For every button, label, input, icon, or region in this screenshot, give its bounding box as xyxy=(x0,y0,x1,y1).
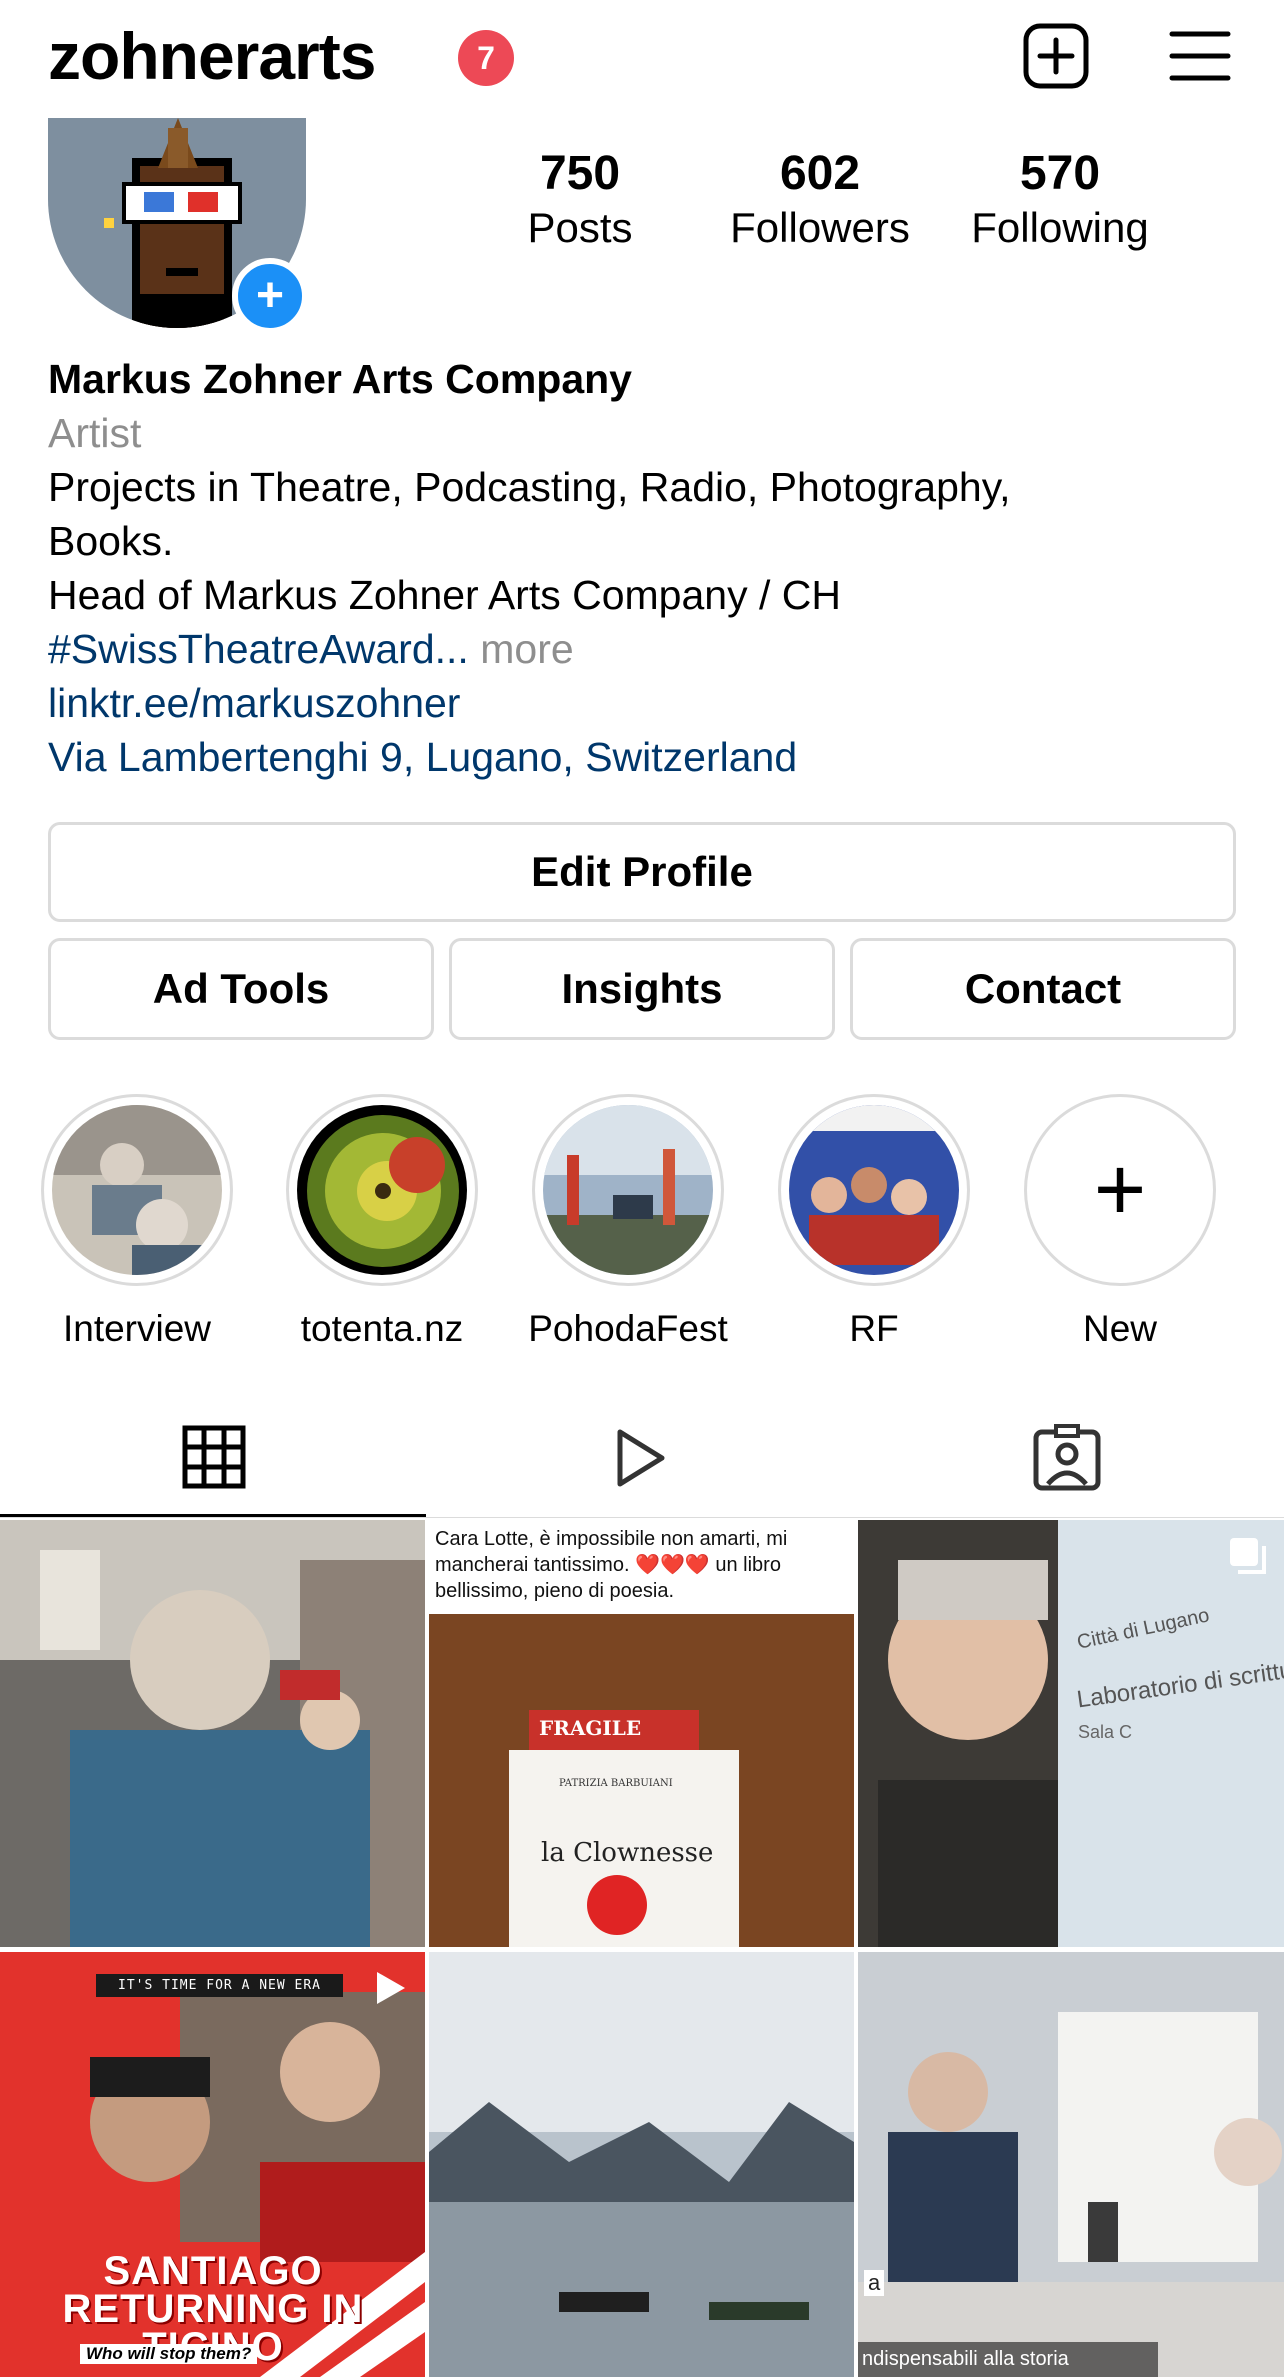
posts-label: Posts xyxy=(527,204,633,251)
highlight-label: New xyxy=(1082,1308,1158,1349)
hashtag-link[interactable]: #SwissTheatreAward xyxy=(48,626,435,672)
highlight-label: Interview xyxy=(62,1308,212,1349)
highlight-totenta[interactable]: totenta.nz xyxy=(282,1094,482,1350)
account-username[interactable]: zohnerarts xyxy=(48,18,376,94)
following-count: 570 xyxy=(1019,147,1101,200)
highlight-rf[interactable]: RF xyxy=(774,1094,974,1350)
insights-button[interactable]: Insights xyxy=(449,938,835,1040)
reels-play-icon[interactable] xyxy=(596,1424,686,1492)
contact-button[interactable]: Contact xyxy=(850,938,1236,1040)
followers-label: Followers xyxy=(730,204,910,251)
slide-text: Sala C xyxy=(1078,1722,1133,1742)
ad-tools-button[interactable]: Ad Tools xyxy=(48,938,434,1040)
book-author: PATRIZIA BARBUIANI xyxy=(559,1778,673,1789)
add-story-button[interactable]: + xyxy=(232,258,308,334)
bio-hashtag-line: #SwissTheatreAward... more xyxy=(48,622,1238,676)
followers-count: 602 xyxy=(779,147,861,200)
highlight-ring xyxy=(532,1094,724,1286)
post-text: a xyxy=(864,2270,885,2296)
post-banner: IT'S TIME FOR A NEW ERA xyxy=(96,1974,344,1997)
edit-profile-button[interactable]: Edit Profile xyxy=(48,822,1236,922)
bio-line-2: Books. xyxy=(48,518,174,564)
grid-icon[interactable] xyxy=(168,1424,258,1492)
tagged-person-icon[interactable] xyxy=(1022,1424,1112,1492)
highlight-cover xyxy=(52,1105,222,1275)
highlight-cover xyxy=(297,1105,467,1275)
highlight-cover xyxy=(543,1105,713,1275)
bio-line-3: Head of Markus Zohner Arts Company / CH xyxy=(48,572,841,618)
post-thumbnail[interactable]: Cara Lotte, è impossibile non amarti, mi… xyxy=(429,1520,854,1947)
highlight-ring xyxy=(778,1094,970,1286)
highlight-label: totenta.nz xyxy=(300,1308,464,1349)
profile-name: Markus Zohner Arts Company xyxy=(48,356,632,402)
book-title: la Clownesse xyxy=(541,1838,714,1868)
highlight-ring: + xyxy=(1024,1094,1216,1286)
reel-play-icon xyxy=(377,1972,405,2004)
bio-ellipsis: ... xyxy=(434,626,469,672)
tab-divider xyxy=(0,1517,1284,1518)
plus-square-icon[interactable] xyxy=(1022,22,1090,90)
following-label: Following xyxy=(971,204,1149,251)
post-caption: ndispensabili alla storia xyxy=(858,2342,1158,2377)
posts-count: 750 xyxy=(539,147,621,200)
post-thumbnail[interactable]: Città di Lugano Laboratorio di scrittura… xyxy=(858,1520,1284,1947)
plus-icon: + xyxy=(255,269,285,322)
more-link[interactable]: more xyxy=(480,626,573,672)
notification-badge[interactable]: 7 xyxy=(458,30,514,86)
highlight-pohodafest[interactable]: PohodaFest xyxy=(528,1094,728,1350)
profile-bio: Markus Zohner Arts Company Artist Projec… xyxy=(48,352,1238,784)
bio-line-1: Projects in Theatre, Podcasting, Radio, … xyxy=(48,464,1011,510)
carousel-icon xyxy=(1230,1538,1266,1574)
post-thumbnail[interactable]: IT'S TIME FOR A NEW ERA SANTIAGO RETURNI… xyxy=(0,1952,425,2377)
highlight-ring xyxy=(286,1094,478,1286)
post-caption: Cara Lotte, è impossibile non amarti, mi… xyxy=(429,1520,854,1614)
highlight-ring xyxy=(41,1094,233,1286)
post-thumbnail[interactable] xyxy=(429,1952,854,2377)
book-label: FRAGILE xyxy=(539,1716,642,1740)
website-link[interactable]: linktr.ee/markuszohner xyxy=(48,676,1238,730)
plus-icon: + xyxy=(1093,1139,1147,1240)
profile-category: Artist xyxy=(48,410,142,456)
followers-stat[interactable]: 602 Followers xyxy=(700,146,940,254)
highlight-label: RF xyxy=(849,1308,899,1349)
highlight-label: PohodaFest xyxy=(528,1308,728,1349)
post-thumbnail[interactable] xyxy=(0,1520,425,1947)
post-subtitle: Who will stop them? xyxy=(80,2344,258,2364)
highlight-new[interactable]: + New xyxy=(1020,1094,1220,1350)
highlight-interview[interactable]: Interview xyxy=(37,1094,237,1350)
address-link[interactable]: Via Lambertenghi 9, Lugano, Switzerland xyxy=(48,730,1238,784)
post-thumbnail[interactable]: ndispensabili alla storia a xyxy=(858,1952,1284,2377)
highlight-cover xyxy=(789,1105,959,1275)
following-stat[interactable]: 570 Following xyxy=(950,146,1170,254)
hamburger-menu-icon[interactable] xyxy=(1168,28,1232,84)
posts-stat[interactable]: 750 Posts xyxy=(505,146,655,254)
top-bar: zohnerarts 7 xyxy=(0,0,1284,120)
